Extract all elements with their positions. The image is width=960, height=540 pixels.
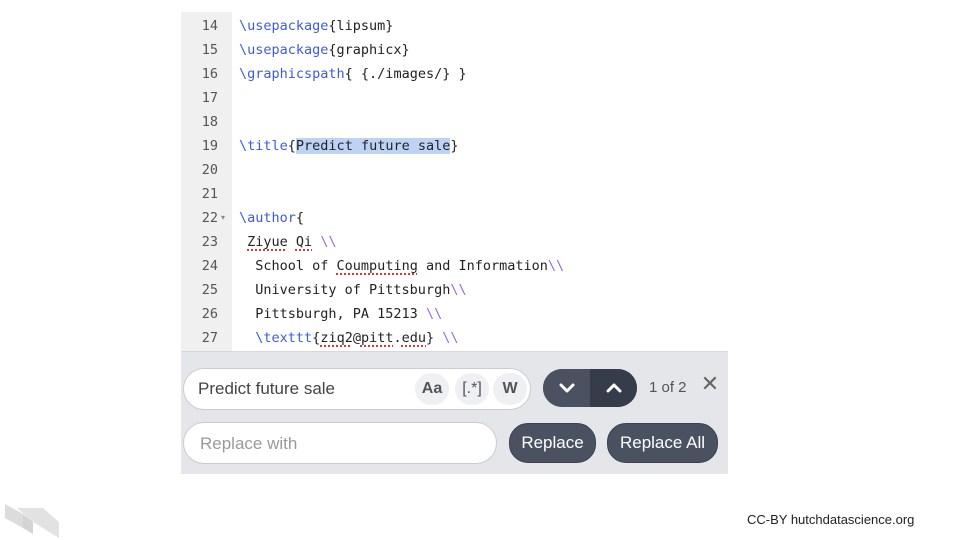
line-number: 26 <box>201 306 218 322</box>
line-number: 16 <box>201 66 218 82</box>
code-line[interactable]: 19 \title{Predict future sale} <box>181 134 728 158</box>
code-line[interactable]: 26 Pittsburgh, PA 15213 \\ <box>181 302 728 326</box>
code-text: \author{ <box>239 206 304 230</box>
latex-command: \author <box>239 210 296 226</box>
code-token: University of Pittsburgh <box>239 282 451 298</box>
line-break-token: \\ <box>425 306 443 322</box>
search-field[interactable]: Predict future sale Aa [.*] W <box>183 368 531 410</box>
code-line[interactable]: 22 ▾ \author{ <box>181 206 728 230</box>
code-token: { {./images/} } <box>344 66 467 82</box>
line-number: 23 <box>201 234 218 250</box>
code-line[interactable]: 16 \graphicspath{ {./images/} } <box>181 62 728 86</box>
code-token: { <box>287 138 296 154</box>
code-text: \usepackage{lipsum} <box>239 14 393 38</box>
replace-input[interactable] <box>198 423 482 465</box>
line-number: 25 <box>201 282 218 298</box>
next-match-button[interactable] <box>543 369 590 407</box>
line-number: 22 <box>201 210 218 226</box>
line-break-token: \\ <box>450 282 467 298</box>
line-break-token: \\ <box>320 234 337 250</box>
code-token: } <box>426 330 443 346</box>
chevron-up-icon <box>606 383 621 393</box>
match-case-toggle[interactable]: Aa <box>415 373 449 405</box>
line-number: 18 <box>201 114 218 130</box>
close-icon[interactable]: ✕ <box>699 367 721 401</box>
previous-match-button[interactable] <box>590 369 637 407</box>
misspelled-word: ziq2 <box>320 330 353 346</box>
code-line[interactable]: 21 <box>181 182 728 206</box>
code-text: \usepackage{graphicx} <box>239 38 410 62</box>
replace-all-button[interactable]: Replace All <box>607 423 718 463</box>
code-text: Ziyue Qi \\ <box>239 230 337 254</box>
code-line[interactable]: 15 \usepackage{graphicx} <box>181 38 728 62</box>
code-text: School of Coumputing and Information\\ <box>239 254 564 278</box>
line-number: 17 <box>201 90 218 106</box>
misspelled-word: pitt <box>360 330 394 346</box>
chevron-down-icon <box>559 383 574 393</box>
code-text: \texttt{ziq2@pitt.edu} \\ <box>239 326 459 350</box>
code-line[interactable]: 14 \usepackage{lipsum} <box>181 14 728 38</box>
line-number: 27 <box>201 330 218 346</box>
misspelled-word: edu <box>401 330 427 346</box>
code-line[interactable]: 23 Ziyue Qi \\ <box>181 230 728 254</box>
misspelled-word: Coumputing <box>336 258 418 274</box>
code-line[interactable]: 18 <box>181 110 728 134</box>
code-token: {lipsum} <box>328 18 394 34</box>
replace-button[interactable]: Replace <box>509 423 596 463</box>
fold-toggle-icon[interactable]: ▾ <box>221 206 225 230</box>
line-number: 19 <box>201 138 218 154</box>
code-token: { <box>295 210 305 226</box>
credit-text: CC-BY hutchdatascience.org <box>747 512 915 527</box>
replace-field[interactable] <box>183 422 497 465</box>
latex-command: \graphicspath <box>239 66 345 82</box>
code-text: \title{Predict future sale} <box>239 134 459 158</box>
code-token: @ <box>352 330 361 346</box>
code-text: University of Pittsburgh\\ <box>239 278 467 302</box>
search-input[interactable]: Predict future sale <box>198 369 335 409</box>
code-line[interactable]: 24 School of Coumputing and Information\… <box>181 254 728 278</box>
latex-command: \usepackage <box>239 42 329 58</box>
latex-command: \title <box>239 138 288 154</box>
code-line[interactable]: 25 University of Pittsburgh\\ <box>181 278 728 302</box>
latex-command: \usepackage <box>239 18 329 34</box>
line-break-token: \\ <box>442 330 459 346</box>
misspelled-word: Ziyue <box>247 234 288 250</box>
misspelled-word: Qi <box>295 234 313 250</box>
code-token: and Information <box>417 258 548 274</box>
code-token: {graphicx} <box>328 42 410 58</box>
code-token: Pittsburgh, PA 15213 <box>239 306 426 322</box>
code-line[interactable]: 17 <box>181 86 728 110</box>
line-number: 14 <box>201 18 218 34</box>
latex-command: \texttt <box>255 330 313 346</box>
match-navigation <box>543 369 637 407</box>
line-number: 24 <box>201 258 218 274</box>
code-token: School of <box>239 258 337 274</box>
line-number: 21 <box>201 186 218 202</box>
code-text: Pittsburgh, PA 15213 \\ <box>239 302 442 326</box>
code-token: . <box>393 330 402 346</box>
find-replace-panel: Predict future sale Aa [.*] W 1 of 2 ✕ R… <box>181 351 728 474</box>
line-number: 20 <box>201 162 218 178</box>
code-text: \graphicspath{ {./images/} } <box>239 62 467 86</box>
whole-word-toggle[interactable]: W <box>493 373 527 405</box>
logo-icon <box>5 504 59 538</box>
line-number: 15 <box>201 42 218 58</box>
line-break-token: \\ <box>547 258 565 274</box>
code-line[interactable]: 27 \texttt{ziq2@pitt.edu} \\ <box>181 326 728 350</box>
match-count: 1 of 2 <box>649 379 687 396</box>
search-match-highlight: Predict future sale <box>295 138 451 154</box>
code-line[interactable]: 20 <box>181 158 728 182</box>
code-token: } <box>450 138 459 154</box>
code-editor[interactable]: 14 \usepackage{lipsum} 15 \usepackage{graph… <box>181 12 728 351</box>
regex-toggle[interactable]: [.*] <box>455 373 489 405</box>
